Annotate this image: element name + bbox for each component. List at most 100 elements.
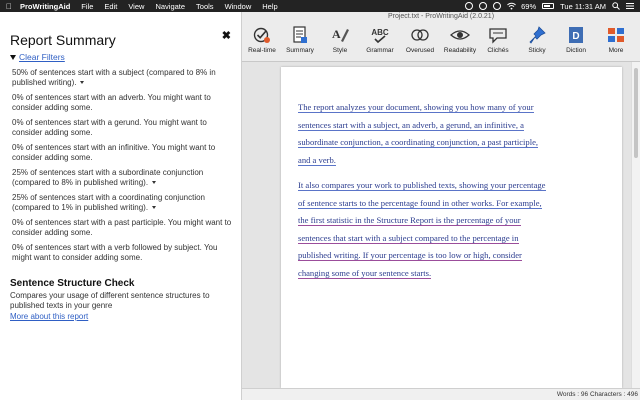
filter-icon bbox=[10, 54, 16, 60]
diction-icon: D bbox=[569, 27, 583, 43]
toolbar-summary-button[interactable]: Summary bbox=[282, 25, 318, 54]
report-item-text: 25% of sentences start with a coordinati… bbox=[12, 193, 206, 212]
toolbar-label: Sticky bbox=[528, 47, 546, 54]
report-item: 0% of sentences start with an infinitive… bbox=[12, 143, 238, 163]
menu-edit[interactable]: Edit bbox=[104, 2, 117, 11]
toolbar-diction-button[interactable]: D Diction bbox=[558, 25, 594, 54]
summary-icon bbox=[293, 26, 307, 43]
caret-down-icon[interactable] bbox=[152, 181, 157, 185]
toolbar-label: Overused bbox=[405, 47, 435, 54]
document-page[interactable]: The report analyzes your document, showi… bbox=[281, 67, 622, 388]
realtime-check-icon bbox=[253, 27, 270, 43]
report-item[interactable]: 25% of sentences start with a coordinati… bbox=[12, 193, 238, 213]
section-title: Sentence Structure Check bbox=[10, 278, 135, 289]
toolbar-overused-button[interactable]: Overused bbox=[402, 25, 438, 54]
caret-down-icon[interactable] bbox=[152, 206, 157, 210]
report-item-text: 0% of sentences start with a verb follow… bbox=[12, 243, 218, 262]
report-item-text: 0% of sentences start with a gerund. You… bbox=[12, 118, 207, 137]
readability-eye-icon bbox=[450, 30, 470, 40]
report-item: 0% of sentences start with a past partic… bbox=[12, 218, 238, 238]
clear-filters-link[interactable]: Clear Filters bbox=[19, 52, 65, 62]
grammarly-icon[interactable] bbox=[479, 2, 488, 10]
toolbar: Real-time Summary A Style ABC Grammar Ov… bbox=[242, 22, 640, 62]
close-icon[interactable]: ✖ bbox=[222, 29, 231, 42]
more-icon bbox=[608, 28, 624, 42]
overused-icon bbox=[411, 29, 429, 41]
report-item[interactable]: 50% of sentences start with a subject (c… bbox=[12, 68, 238, 88]
battery-percent: 69% bbox=[521, 1, 537, 11]
svg-text:A: A bbox=[332, 27, 341, 41]
text-line[interactable]: sentences start with a subject, an adver… bbox=[298, 119, 524, 131]
grammar-icon: ABC bbox=[371, 28, 389, 44]
report-item-text: 50% of sentences start with a subject (c… bbox=[12, 68, 216, 87]
report-item-text: 0% of sentences start with an infinitive… bbox=[12, 143, 216, 162]
status-bar: Words : 96 Characters : 496 bbox=[242, 388, 640, 400]
report-item: 0% of sentences start with an adverb. Yo… bbox=[12, 93, 238, 113]
report-item-text: 25% of sentences start with a subordinat… bbox=[12, 168, 204, 187]
text-line[interactable]: changing some of your sentence starts. bbox=[298, 267, 432, 279]
report-item[interactable]: 25% of sentences start with a subordinat… bbox=[12, 168, 238, 188]
menu-tools[interactable]: Tools bbox=[196, 2, 214, 11]
report-item-text: 0% of sentences start with a past partic… bbox=[12, 218, 232, 237]
menu-bar:  ProWritingAid File Edit View Navigate … bbox=[0, 0, 640, 12]
paragraph-2[interactable]: It also compares your work to published … bbox=[298, 177, 554, 283]
sync-icon[interactable] bbox=[493, 2, 502, 10]
text-line[interactable]: subordinate conjunction, a coordinating … bbox=[298, 137, 539, 149]
report-summary-panel: Report Summary ✖ Clear Filters 50% of se… bbox=[0, 12, 242, 400]
search-icon[interactable] bbox=[612, 2, 620, 10]
text-line[interactable]: of sentence starts to the percentage fou… bbox=[298, 197, 542, 209]
report-item-text: 0% of sentences start with an adverb. Yo… bbox=[12, 93, 211, 112]
apple-icon[interactable]:  bbox=[6, 2, 15, 11]
text-line[interactable]: published writing. If your percentage is… bbox=[298, 250, 522, 262]
toolbar-realtime-button[interactable]: Real-time bbox=[244, 25, 280, 54]
report-items: 50% of sentences start with a subject (c… bbox=[12, 68, 238, 268]
toolbar-label: Readability bbox=[443, 47, 477, 54]
toolbar-label: More bbox=[608, 47, 624, 54]
toolbar-grammar-button[interactable]: ABC Grammar bbox=[362, 25, 398, 54]
clear-filters[interactable]: Clear Filters bbox=[10, 52, 65, 62]
menu-view[interactable]: View bbox=[128, 2, 144, 11]
menu-window[interactable]: Window bbox=[225, 2, 252, 11]
text-line[interactable]: It also compares your work to published … bbox=[298, 180, 546, 191]
menu-file[interactable]: File bbox=[81, 2, 93, 11]
caret-down-icon[interactable] bbox=[80, 81, 85, 85]
toolbar-label: Style bbox=[332, 47, 348, 54]
toolbar-style-button[interactable]: A Style bbox=[322, 25, 358, 54]
wifi-icon[interactable] bbox=[507, 2, 516, 10]
style-icon: A bbox=[332, 27, 349, 42]
document-scrollbar[interactable] bbox=[631, 62, 640, 388]
toolbar-readability-button[interactable]: Readability bbox=[442, 25, 478, 54]
window-title: Project.txt - ProWritingAid (2.0.21) bbox=[387, 13, 495, 20]
report-item: 0% of sentences start with a verb follow… bbox=[12, 243, 238, 263]
toolbar-label: Clichés bbox=[487, 47, 509, 54]
toolbar-sticky-button[interactable]: Sticky bbox=[519, 25, 555, 54]
clock[interactable]: Tue 11:31 AM bbox=[560, 2, 606, 11]
menu-app-name[interactable]: ProWritingAid bbox=[20, 2, 70, 11]
section-description: Compares your usage of different sentenc… bbox=[10, 291, 210, 310]
cliches-icon bbox=[489, 28, 507, 44]
report-item: 0% of sentences start with a gerund. You… bbox=[12, 118, 238, 138]
text-line[interactable]: sentences that start with a subject comp… bbox=[298, 232, 519, 244]
toolbar-label: Diction bbox=[566, 47, 586, 54]
toolbar-label: Real-time bbox=[248, 47, 276, 54]
paragraph-1[interactable]: The report analyzes your document, showi… bbox=[298, 99, 554, 169]
sticky-icon bbox=[529, 26, 546, 44]
text-line[interactable]: and a verb. bbox=[298, 154, 336, 166]
menu-help[interactable]: Help bbox=[262, 2, 277, 11]
text-line[interactable]: The report analyzes your document, showi… bbox=[298, 102, 534, 113]
menu-navigate[interactable]: Navigate bbox=[155, 2, 185, 11]
report-summary-title: Report Summary bbox=[10, 32, 116, 48]
toolbar-label: Summary bbox=[286, 47, 314, 54]
toolbar-label: Grammar bbox=[366, 47, 394, 54]
scrollbar-thumb[interactable] bbox=[634, 68, 638, 158]
battery-icon[interactable] bbox=[542, 3, 555, 9]
more-about-report-link[interactable]: More about this report bbox=[10, 312, 88, 321]
menu-list-icon[interactable] bbox=[626, 2, 634, 10]
svg-text:ABC: ABC bbox=[371, 28, 389, 37]
info-icon[interactable] bbox=[465, 2, 474, 10]
text-line[interactable]: the first statistic in the Structure Rep… bbox=[298, 215, 521, 227]
toolbar-more-button[interactable]: More bbox=[598, 25, 634, 54]
menubar-status-area: 69% Tue 11:31 AM bbox=[465, 0, 634, 12]
toolbar-cliches-button[interactable]: Clichés bbox=[480, 25, 516, 54]
svg-text:D: D bbox=[572, 31, 579, 42]
